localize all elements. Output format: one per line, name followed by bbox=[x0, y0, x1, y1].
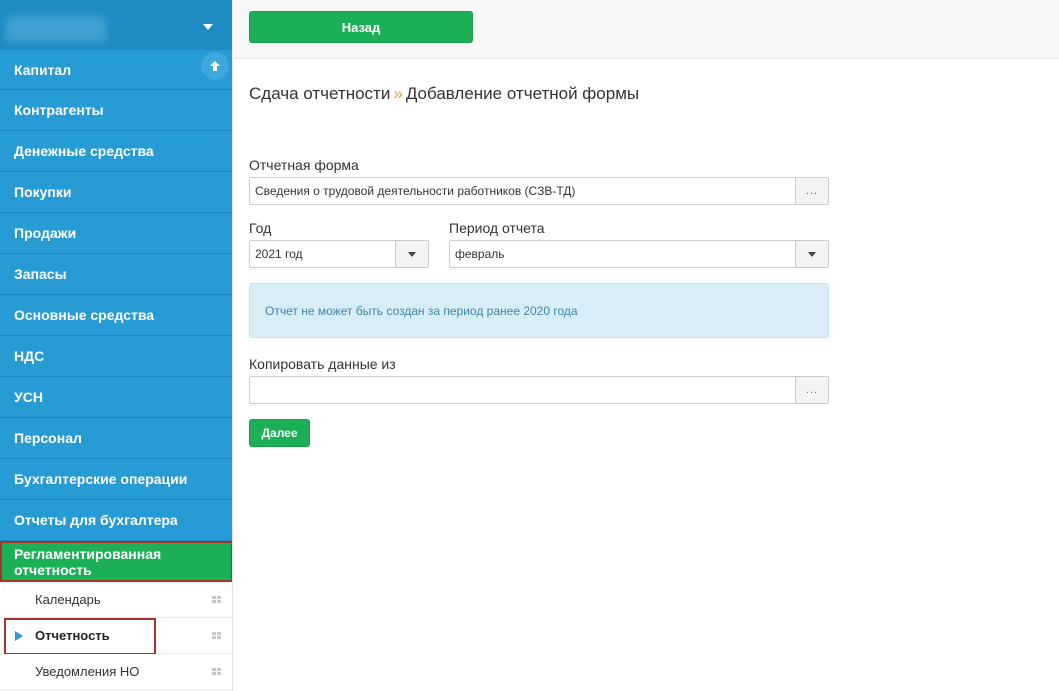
year-value: 2021 год bbox=[255, 247, 303, 261]
page-title: Сдача отчетности» Добавление отчетной фор… bbox=[249, 84, 639, 104]
sidebar-subitem-label: Уведомления НО bbox=[35, 664, 140, 679]
sidebar-item-label: Основные средства bbox=[14, 307, 155, 323]
sidebar-subitem-label: Календарь bbox=[35, 592, 101, 607]
sidebar-item-label: НДС bbox=[14, 348, 45, 364]
sidebar-item-counterparties[interactable]: Контрагенты bbox=[0, 90, 232, 131]
breadcrumb-current: Добавление отчетной формы bbox=[405, 84, 640, 103]
period-label: Период отчета bbox=[449, 220, 545, 236]
sidebar-subitem-calendar[interactable]: Календарь bbox=[0, 582, 232, 618]
grid-icon[interactable] bbox=[212, 668, 221, 676]
chevron-down-icon[interactable] bbox=[395, 241, 428, 267]
sidebar-item-accountant-reports[interactable]: Отчеты для бухгалтера bbox=[0, 500, 232, 541]
report-form-label: Отчетная форма bbox=[249, 157, 359, 173]
report-form-picker-button[interactable]: ... bbox=[795, 178, 828, 204]
sidebar-item-vat[interactable]: НДС bbox=[0, 336, 232, 377]
report-form-value: Сведения о трудовой деятельности работни… bbox=[255, 184, 576, 198]
breadcrumb-separator: » bbox=[393, 84, 403, 103]
grid-icon[interactable] bbox=[212, 596, 221, 604]
sidebar-item-regulated-reporting[interactable]: Регламентированная отчетность bbox=[0, 541, 232, 582]
back-button[interactable]: Назад bbox=[249, 11, 473, 43]
sidebar-item-fixed-assets[interactable]: Основные средства bbox=[0, 295, 232, 336]
period-value: февраль bbox=[455, 247, 505, 261]
sidebar: Капитал Контрагенты Денежные средства По… bbox=[0, 0, 233, 691]
copy-from-picker-button[interactable]: ... bbox=[795, 377, 828, 403]
copy-from-label: Копировать данные из bbox=[249, 356, 396, 372]
breadcrumb-root[interactable]: Сдача отчетности bbox=[249, 84, 390, 103]
sidebar-item-label: Регламентированная отчетность bbox=[14, 545, 162, 578]
sidebar-item-label: Контрагенты bbox=[14, 102, 104, 118]
sidebar-item-sales[interactable]: Продажи bbox=[0, 213, 232, 254]
caret-down-icon[interactable] bbox=[203, 24, 213, 30]
sidebar-item-capital[interactable]: Капитал bbox=[0, 50, 232, 90]
scroll-up-button[interactable] bbox=[201, 52, 229, 80]
sidebar-item-accounting-operations[interactable]: Бухгалтерские операции bbox=[0, 459, 232, 500]
highlight-box bbox=[4, 618, 156, 655]
sidebar-item-personnel[interactable]: Персонал bbox=[0, 418, 232, 459]
sidebar-subitem-reporting[interactable]: Отчетность bbox=[0, 618, 232, 655]
report-form-field[interactable]: Сведения о трудовой деятельности работни… bbox=[249, 177, 829, 205]
sidebar-item-purchases[interactable]: Покупки bbox=[0, 172, 232, 213]
sidebar-item-inventory[interactable]: Запасы bbox=[0, 254, 232, 295]
sidebar-item-cash[interactable]: Денежные средства bbox=[0, 131, 232, 172]
sidebar-item-label: Капитал bbox=[14, 61, 72, 78]
top-toolbar: Назад bbox=[234, 0, 1059, 59]
period-select[interactable]: февраль bbox=[449, 240, 829, 268]
sidebar-item-label: Персонал bbox=[14, 430, 82, 446]
year-label: Год bbox=[249, 220, 272, 236]
sidebar-item-label: УСН bbox=[14, 389, 43, 405]
org-name-blurred bbox=[6, 16, 106, 42]
next-button[interactable]: Далее bbox=[249, 419, 310, 447]
sidebar-subitem-tax-notifications[interactable]: Уведомления НО bbox=[0, 654, 232, 690]
sidebar-item-label: Покупки bbox=[14, 184, 72, 200]
sidebar-item-usn[interactable]: УСН bbox=[0, 377, 232, 418]
alert-text: Отчет не может быть создан за период ран… bbox=[265, 303, 578, 318]
info-alert: Отчет не может быть создан за период ран… bbox=[249, 283, 829, 338]
sidebar-item-label: Запасы bbox=[14, 266, 67, 282]
chevron-down-icon[interactable] bbox=[795, 241, 828, 267]
copy-from-field[interactable]: ... bbox=[249, 376, 829, 404]
grid-icon[interactable] bbox=[212, 632, 221, 640]
sidebar-item-label: Денежные средства bbox=[14, 143, 154, 159]
sidebar-item-label: Отчеты для бухгалтера bbox=[14, 512, 178, 528]
year-select[interactable]: 2021 год bbox=[249, 240, 429, 268]
sidebar-item-label: Продажи bbox=[14, 225, 77, 241]
arrow-up-icon bbox=[210, 61, 220, 71]
sidebar-item-label: Бухгалтерские операции bbox=[14, 471, 188, 487]
sidebar-nav: Капитал Контрагенты Денежные средства По… bbox=[0, 50, 232, 690]
